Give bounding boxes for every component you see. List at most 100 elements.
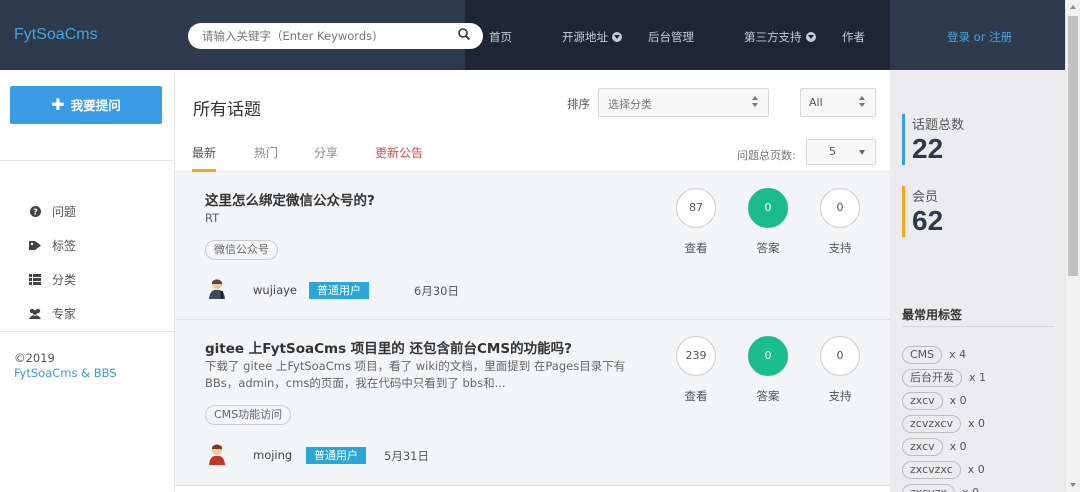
brand-logo[interactable]: FytSoaCms — [14, 26, 98, 44]
popular-tag[interactable]: zxcvzx — [902, 483, 955, 492]
popular-tags-title: 最常用标签 — [902, 308, 963, 322]
popular-tag[interactable]: 后台开发 — [902, 368, 962, 387]
popular-tag-count: x 0 — [967, 417, 985, 430]
nav-admin[interactable]: 后台管理 — [648, 29, 694, 45]
popular-tag-count: x 0 — [967, 463, 985, 476]
topic-author[interactable]: mojing — [253, 448, 292, 462]
topic-tabs: 最新 热门 分享 更新公告 问题总页数: 5 — [175, 132, 890, 172]
topic-excerpt: 下载了 gitee 上FytSoaCms 项目，看了 wiki的文档，里面提到 … — [205, 359, 626, 390]
topic-author[interactable]: wujiaye — [253, 283, 297, 297]
user-role-badge: 普通用户 — [306, 447, 366, 464]
page-scrollbar[interactable] — [1065, 0, 1080, 492]
popular-tag-row: 后台开发 x 1 — [902, 366, 986, 389]
popular-tag[interactable]: zcvzxcv — [902, 414, 961, 433]
sidebar-item-label: 问题 — [52, 204, 77, 219]
category-select-value: 选择分类 — [608, 98, 652, 111]
avatar[interactable] — [206, 443, 228, 465]
filter-select[interactable]: All — [800, 88, 876, 117]
topics-total-label: 话题总数 — [912, 118, 965, 133]
members-total-value: 62 — [912, 205, 944, 236]
search-input[interactable]: 请输入关键字（Enter Keywords) — [202, 28, 377, 44]
pages-select[interactable]: 5 — [806, 139, 876, 165]
topic-title[interactable]: gitee 上FytSoaCms 项目里的 还包含前台CMS的功能吗? — [205, 337, 572, 357]
copyright-link[interactable]: FytSoaCms & BBS — [14, 366, 117, 381]
sidebar-item-questions[interactable]: ? 问题 — [28, 194, 76, 228]
main-content: 所有话题 排序 选择分类 All 最新 热门 分享 更新公告 问题总页数: 5 … — [175, 70, 890, 492]
chevron-down-icon — [859, 150, 865, 155]
popular-tag-count: x 1 — [969, 371, 987, 384]
popular-tag-count: x 0 — [949, 394, 967, 407]
users-icon — [28, 306, 42, 320]
top-navbar: FytSoaCms 请输入关键字（Enter Keywords) 首页 开源地址… — [0, 0, 1080, 70]
sidebar-item-tags[interactable]: 标签 — [28, 228, 76, 262]
nav-third-party-label: 第三方支持 — [744, 30, 802, 44]
topic-item: gitee 上FytSoaCms 项目里的 还包含前台CMS的功能吗? 下载了 … — [175, 320, 890, 486]
left-sidebar: ✚ 我要提问 ? 问题 标签 分类 专家 ©2019 FytSoaCms & B… — [0, 70, 175, 492]
filter-select-value: All — [809, 96, 823, 109]
popular-tags-list: CMS x 4 后台开发 x 1 zxcv x 0 zcvzxcv x 0 zxcv x … — [902, 343, 986, 492]
topic-date: 5月31日 — [384, 449, 429, 463]
sidebar-item-experts[interactable]: 专家 — [28, 296, 76, 330]
popular-tag-row: zxcvzx x 0 — [902, 481, 986, 492]
pages-label: 问题总页数: — [737, 149, 796, 162]
ask-question-button[interactable]: ✚ 我要提问 — [10, 86, 162, 124]
login-register-link[interactable]: 登录 or 注册 — [947, 29, 1012, 45]
sidebar-item-label: 专家 — [52, 306, 77, 321]
answers-label: 答案 — [756, 241, 780, 255]
scrollbar-thumb[interactable] — [1068, 16, 1078, 276]
chevron-down-icon — [805, 32, 816, 42]
topic-tag[interactable]: CMS功能访问 — [205, 405, 292, 425]
popular-tag[interactable]: CMS — [902, 345, 943, 364]
popular-tag-row: zxcv x 0 — [902, 435, 986, 458]
scroll-up-icon[interactable] — [1070, 5, 1076, 9]
tab-hot[interactable]: 热门 — [254, 144, 278, 161]
answers-count: 0 — [748, 188, 788, 228]
svg-text:?: ? — [33, 207, 38, 216]
tab-share[interactable]: 分享 — [314, 144, 338, 161]
supports-label: 支持 — [828, 241, 852, 255]
nav-open-source-label: 开源地址 — [562, 30, 608, 44]
popular-tag[interactable]: zxcvzxc — [902, 460, 961, 479]
topic-date: 6月30日 — [414, 284, 459, 298]
nav-third-party[interactable]: 第三方支持 — [744, 29, 816, 45]
copyright: ©2019 FytSoaCms & BBS — [14, 351, 117, 381]
sort-label: 排序 — [567, 97, 590, 111]
members-total: 会员 62 — [902, 186, 943, 237]
avatar[interactable] — [206, 277, 228, 299]
nav-home[interactable]: 首页 — [489, 29, 512, 45]
search-box[interactable]: 请输入关键字（Enter Keywords) — [188, 23, 483, 49]
scroll-down-icon[interactable] — [1070, 483, 1076, 487]
tab-latest[interactable]: 最新 — [192, 144, 216, 161]
popular-tag-count: x 0 — [962, 486, 979, 492]
select-arrows-icon — [859, 96, 867, 108]
divider — [902, 326, 1054, 327]
divider — [0, 331, 174, 332]
copyright-year: ©2019 — [14, 351, 55, 365]
topics-total-value: 22 — [912, 133, 944, 164]
nav-author[interactable]: 作者 — [842, 29, 865, 45]
search-icon[interactable] — [457, 27, 471, 41]
sidebar-item-categories[interactable]: 分类 — [28, 262, 76, 296]
divider — [0, 160, 174, 161]
tab-announcements[interactable]: 更新公告 — [375, 144, 423, 161]
page-title: 所有话题 — [193, 100, 261, 120]
list-icon — [28, 272, 42, 286]
chevron-down-icon — [612, 32, 622, 42]
topic-tag[interactable]: 微信公众号 — [205, 240, 278, 260]
pages-select-value: 5 — [829, 145, 836, 158]
category-select[interactable]: 选择分类 — [598, 88, 769, 117]
views-count: 239 — [676, 336, 716, 376]
views-label: 查看 — [684, 389, 708, 403]
supports-count: 0 — [820, 336, 860, 376]
answers-label: 答案 — [756, 389, 780, 403]
popular-tag-count: x 0 — [949, 440, 967, 453]
popular-tag[interactable]: zxcv — [902, 437, 943, 456]
topics-total: 话题总数 22 — [902, 114, 964, 165]
popular-tag[interactable]: zxcv — [902, 391, 943, 410]
topic-title[interactable]: 这里怎么绑定微信公众号的? — [205, 189, 375, 209]
question-circle-icon: ? — [28, 204, 42, 218]
popular-tag-row: CMS x 4 — [902, 343, 986, 366]
tag-icon — [28, 238, 42, 252]
select-arrows-icon — [752, 96, 760, 108]
nav-open-source[interactable]: 开源地址 — [562, 29, 622, 45]
